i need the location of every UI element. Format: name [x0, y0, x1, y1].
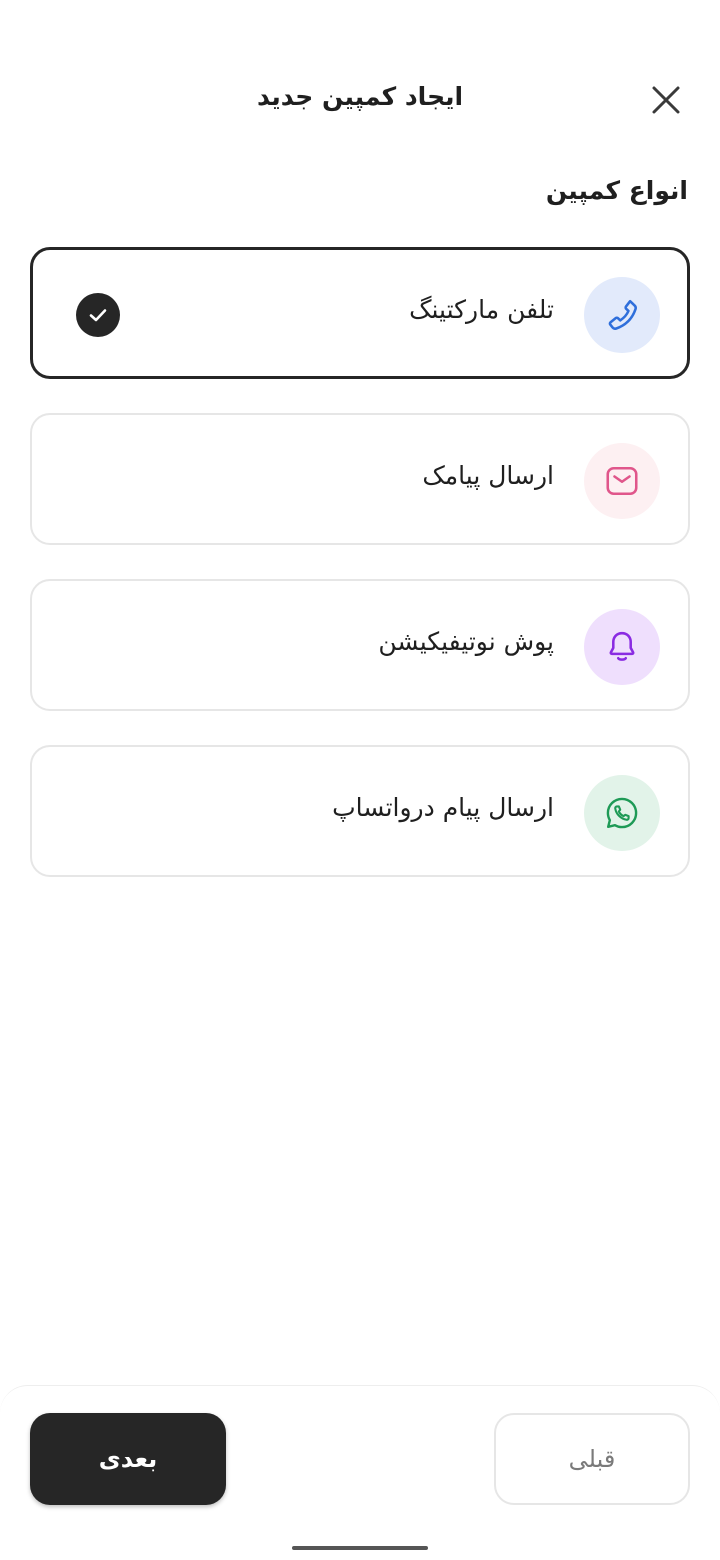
page-title: ایجاد کمپین جدید: [256, 82, 464, 111]
header: ایجاد کمپین جدید: [0, 60, 720, 136]
home-indicator[interactable]: [292, 1546, 428, 1550]
next-button[interactable]: بعدی: [30, 1413, 226, 1505]
campaign-type-whatsapp[interactable]: ارسال پیام درواتساپ: [30, 745, 690, 877]
mail-icon-circle: [584, 443, 660, 519]
mail-icon: [606, 466, 638, 496]
close-icon: [652, 86, 680, 114]
card-label: ارسال پیامک: [422, 461, 554, 490]
section-title: انواع کمپین: [545, 176, 688, 205]
footer-bar: بعدی قبلی: [0, 1385, 720, 1560]
bell-icon-circle: [584, 609, 660, 685]
whatsapp-icon-circle: [584, 775, 660, 851]
phone-icon: [608, 299, 637, 330]
card-label: پوش نوتیفیکیشن: [378, 627, 554, 656]
phone-icon-circle: [584, 277, 660, 353]
campaign-type-push[interactable]: پوش نوتیفیکیشن: [30, 579, 690, 711]
close-button[interactable]: [636, 78, 696, 122]
previous-button[interactable]: قبلی: [494, 1413, 690, 1505]
check-icon: [76, 293, 120, 337]
card-label: تلفن مارکتینگ: [409, 295, 554, 324]
bell-icon: [609, 631, 635, 661]
campaign-type-list: تلفن مارکتینگ ارسال پیامک پوش نوتیفیکیشن: [30, 247, 690, 911]
campaign-type-telemarketing[interactable]: تلفن مارکتینگ: [30, 247, 690, 379]
card-label: ارسال پیام درواتساپ: [332, 793, 554, 822]
whatsapp-icon: [606, 797, 638, 829]
campaign-type-sms[interactable]: ارسال پیامک: [30, 413, 690, 545]
